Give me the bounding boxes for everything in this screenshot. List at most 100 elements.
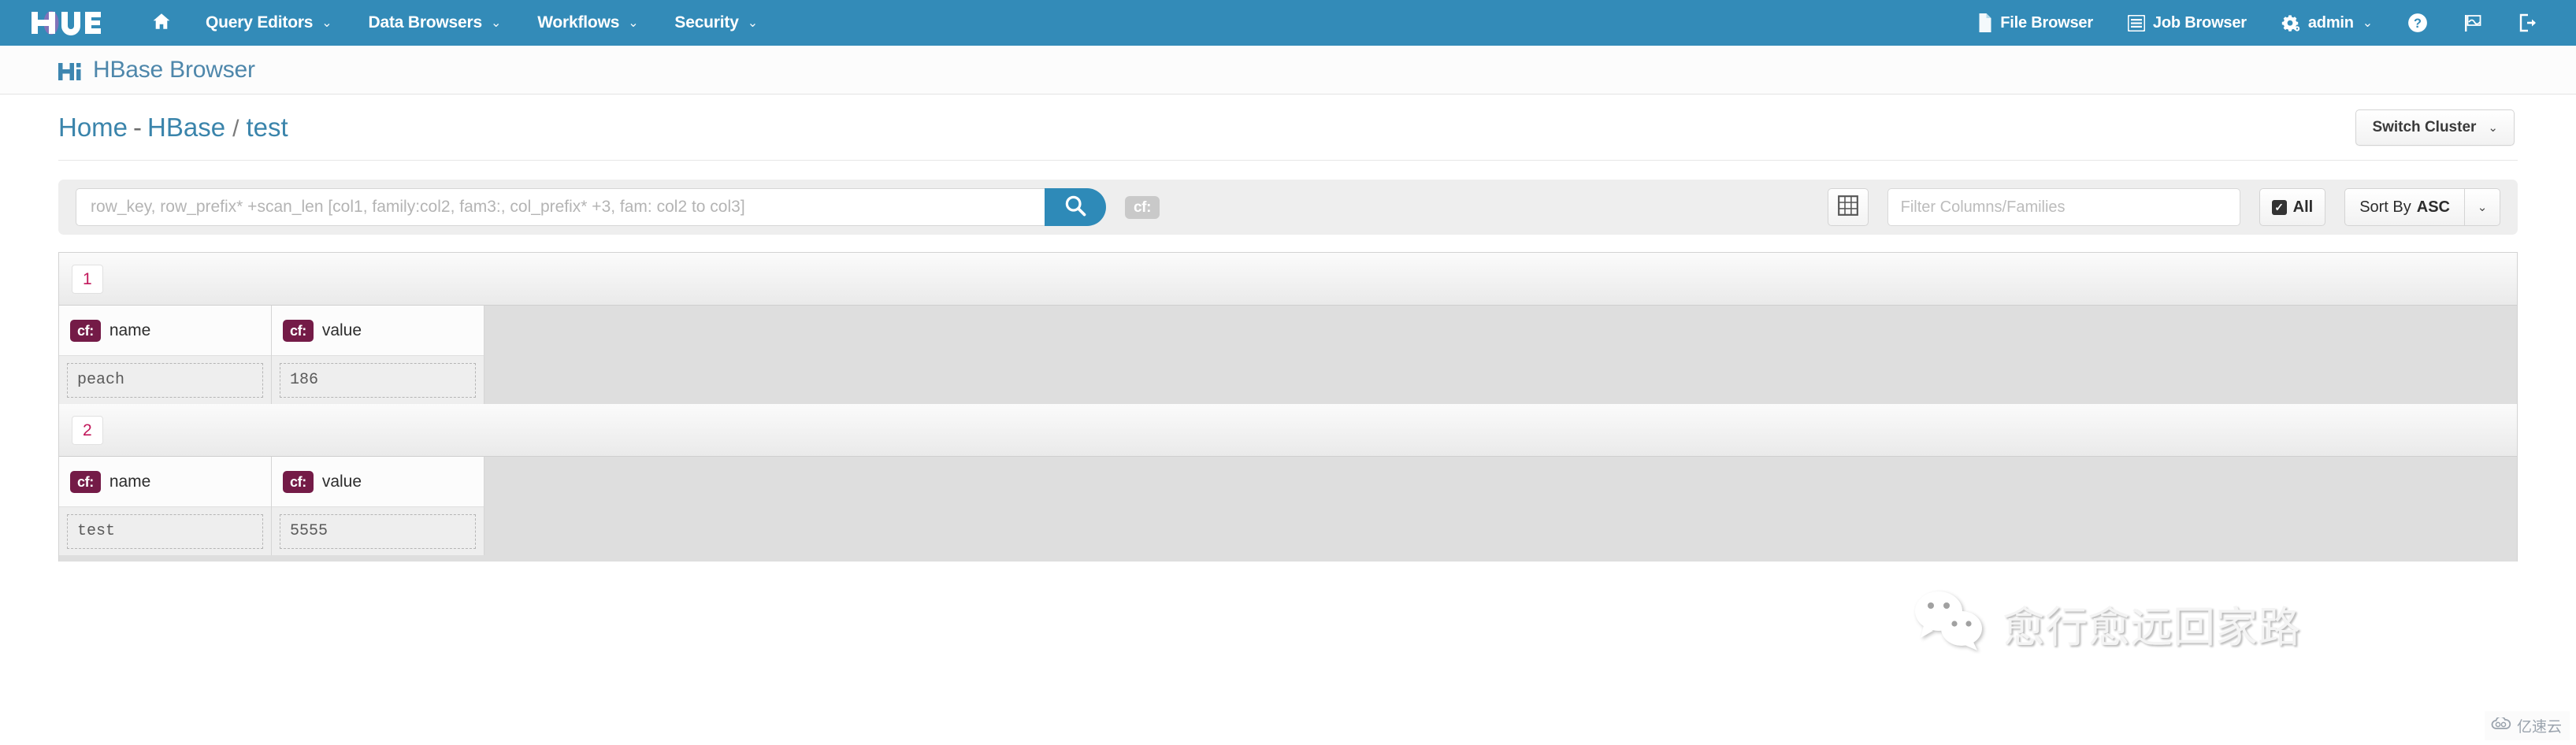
search-group (76, 188, 1106, 226)
cell-column: cf: value 5555 (272, 457, 484, 555)
help-icon[interactable]: ? (2390, 0, 2445, 46)
chevron-down-icon: ⌄ (2477, 201, 2488, 214)
corner-badge-text: 亿速云 (2516, 718, 2562, 736)
nav-label-data-browsers: Data Browsers (368, 13, 483, 32)
chevron-down-icon: ⌄ (2488, 120, 2498, 135)
nav-item-security[interactable]: Security ⌄ (656, 0, 776, 46)
flag-icon[interactable] (2445, 0, 2500, 46)
switch-cluster-label: Switch Cluster (2372, 118, 2477, 135)
row-columns: cf: name peach cf: value 186 (59, 306, 484, 404)
sort-by-label: Sort By (2359, 198, 2411, 216)
cells-empty-area (484, 306, 2517, 404)
select-all-button[interactable]: ✓ All (2259, 188, 2326, 226)
home-icon (151, 12, 172, 35)
grid-view-button[interactable] (1827, 188, 1869, 226)
cell-value[interactable]: peach (67, 362, 263, 398)
all-label: All (2292, 198, 2314, 216)
nav-home-button[interactable] (135, 0, 187, 46)
search-toolbar: cf: ✓ All Sort By ASC (58, 180, 2518, 235)
nav-item-workflows[interactable]: Workflows ⌄ (519, 0, 656, 46)
all-checkbox[interactable]: ✓ (2271, 199, 2287, 215)
corner-badge: 亿速云 (2484, 711, 2570, 740)
sort-by-button[interactable]: Sort By ASC (2344, 188, 2464, 226)
search-input[interactable] (76, 188, 1046, 226)
list-icon (2127, 14, 2145, 32)
file-icon (1977, 13, 1992, 32)
cloud-icon (2491, 715, 2511, 735)
page-title: HBase Browser (93, 56, 255, 83)
row-key-badge[interactable]: 2 (72, 415, 103, 445)
sign-out-icon[interactable] (2500, 0, 2556, 46)
cell-column: cf: name test (59, 457, 272, 555)
sort-direction-label: ASC (2416, 198, 2450, 216)
chevron-down-icon: ⌄ (747, 17, 758, 30)
table-row[interactable]: 2 (59, 404, 2517, 457)
hue-logo[interactable] (27, 9, 102, 37)
cell-column: cf: value 186 (272, 306, 484, 404)
svg-text:?: ? (2414, 17, 2422, 31)
wechat-icon (1913, 589, 1988, 658)
row-cells: cf: name peach cf: value 186 (59, 306, 2517, 404)
row-columns: cf: name test cf: value 5555 (59, 457, 484, 555)
nav-label-workflows: Workflows (537, 13, 620, 32)
cell-value[interactable]: test (67, 513, 263, 549)
table-row[interactable]: 1 (59, 253, 2517, 306)
nav-label-security: Security (674, 13, 739, 32)
nav-item-data-browsers[interactable]: Data Browsers ⌄ (351, 0, 520, 46)
breadcrumb-dash: - (133, 112, 143, 142)
breadcrumb-separator: / (232, 115, 239, 142)
search-button[interactable] (1045, 188, 1106, 226)
toolbar-right-group: ✓ All Sort By ASC ⌄ (1827, 188, 2500, 226)
row-key-badge[interactable]: 1 (72, 264, 103, 294)
page-title-bar: HBase Browser (0, 46, 2576, 95)
top-navbar: Query Editors ⌄ Data Browsers ⌄ Workflow… (0, 0, 2576, 46)
nav-item-file-browser[interactable]: File Browser (1960, 0, 2110, 46)
cell-body[interactable]: 186 (272, 356, 484, 404)
column-family-badge: cf: (70, 319, 101, 342)
sort-dropdown-button[interactable]: ⌄ (2464, 188, 2500, 226)
cell-header: cf: value (272, 457, 484, 507)
nav-item-query-editors[interactable]: Query Editors ⌄ (187, 0, 351, 46)
nav-label-file-browser: File Browser (2000, 13, 2093, 32)
cell-value[interactable]: 5555 (280, 513, 476, 549)
cell-body[interactable]: test (59, 507, 271, 555)
cell-header: cf: name (59, 306, 271, 356)
cell-column: cf: name peach (59, 306, 272, 404)
breadcrumb-row: Home - HBase / test Switch Cluster ⌄ (0, 95, 2576, 160)
results-table: 1 cf: name peach cf: value 186 2 cf: nam… (58, 252, 2518, 562)
breadcrumb-divider (58, 160, 2518, 161)
column-family-badge: cf: (70, 470, 101, 493)
cell-header: cf: name (59, 457, 271, 507)
breadcrumb-cluster[interactable]: HBase (147, 113, 225, 143)
cell-body[interactable]: peach (59, 356, 271, 404)
breadcrumb-table[interactable]: test (246, 113, 288, 143)
chevron-down-icon: ⌄ (321, 17, 332, 30)
nav-label-query-editors: Query Editors (206, 13, 314, 32)
column-family-badge: cf: (283, 470, 314, 493)
navbar-left-group: Query Editors ⌄ Data Browsers ⌄ Workflow… (27, 0, 776, 46)
cell-value[interactable]: 186 (280, 362, 476, 398)
cells-empty-area (484, 457, 2517, 555)
results-table-footer (59, 555, 2517, 562)
chevron-down-icon: ⌄ (2362, 17, 2373, 30)
grid-icon (1837, 195, 1858, 220)
nav-item-admin[interactable]: admin ⌄ (2264, 0, 2390, 46)
breadcrumb: Home - HBase / test (58, 113, 288, 143)
page-root: Query Editors ⌄ Data Browsers ⌄ Workflow… (0, 0, 2576, 745)
sort-button-group: Sort By ASC ⌄ (2344, 188, 2500, 226)
filter-columns-input[interactable] (1887, 188, 2240, 226)
watermark: 愈行愈远回家路 (1913, 589, 2300, 658)
cell-body[interactable]: 5555 (272, 507, 484, 555)
hbase-logo-icon (58, 59, 82, 81)
column-family-toggle-button[interactable]: cf: (1125, 195, 1160, 219)
cell-header: cf: value (272, 306, 484, 356)
nav-label-admin: admin (2307, 13, 2354, 32)
breadcrumb-home[interactable]: Home (58, 113, 128, 143)
column-name: name (109, 472, 151, 491)
gear-icon (2281, 14, 2300, 32)
nav-item-job-browser[interactable]: Job Browser (2110, 0, 2264, 46)
switch-cluster-button[interactable]: Switch Cluster ⌄ (2355, 109, 2515, 146)
column-name: name (109, 321, 151, 339)
row-cells: cf: name test cf: value 5555 (59, 457, 2517, 555)
search-icon (1063, 194, 1087, 221)
